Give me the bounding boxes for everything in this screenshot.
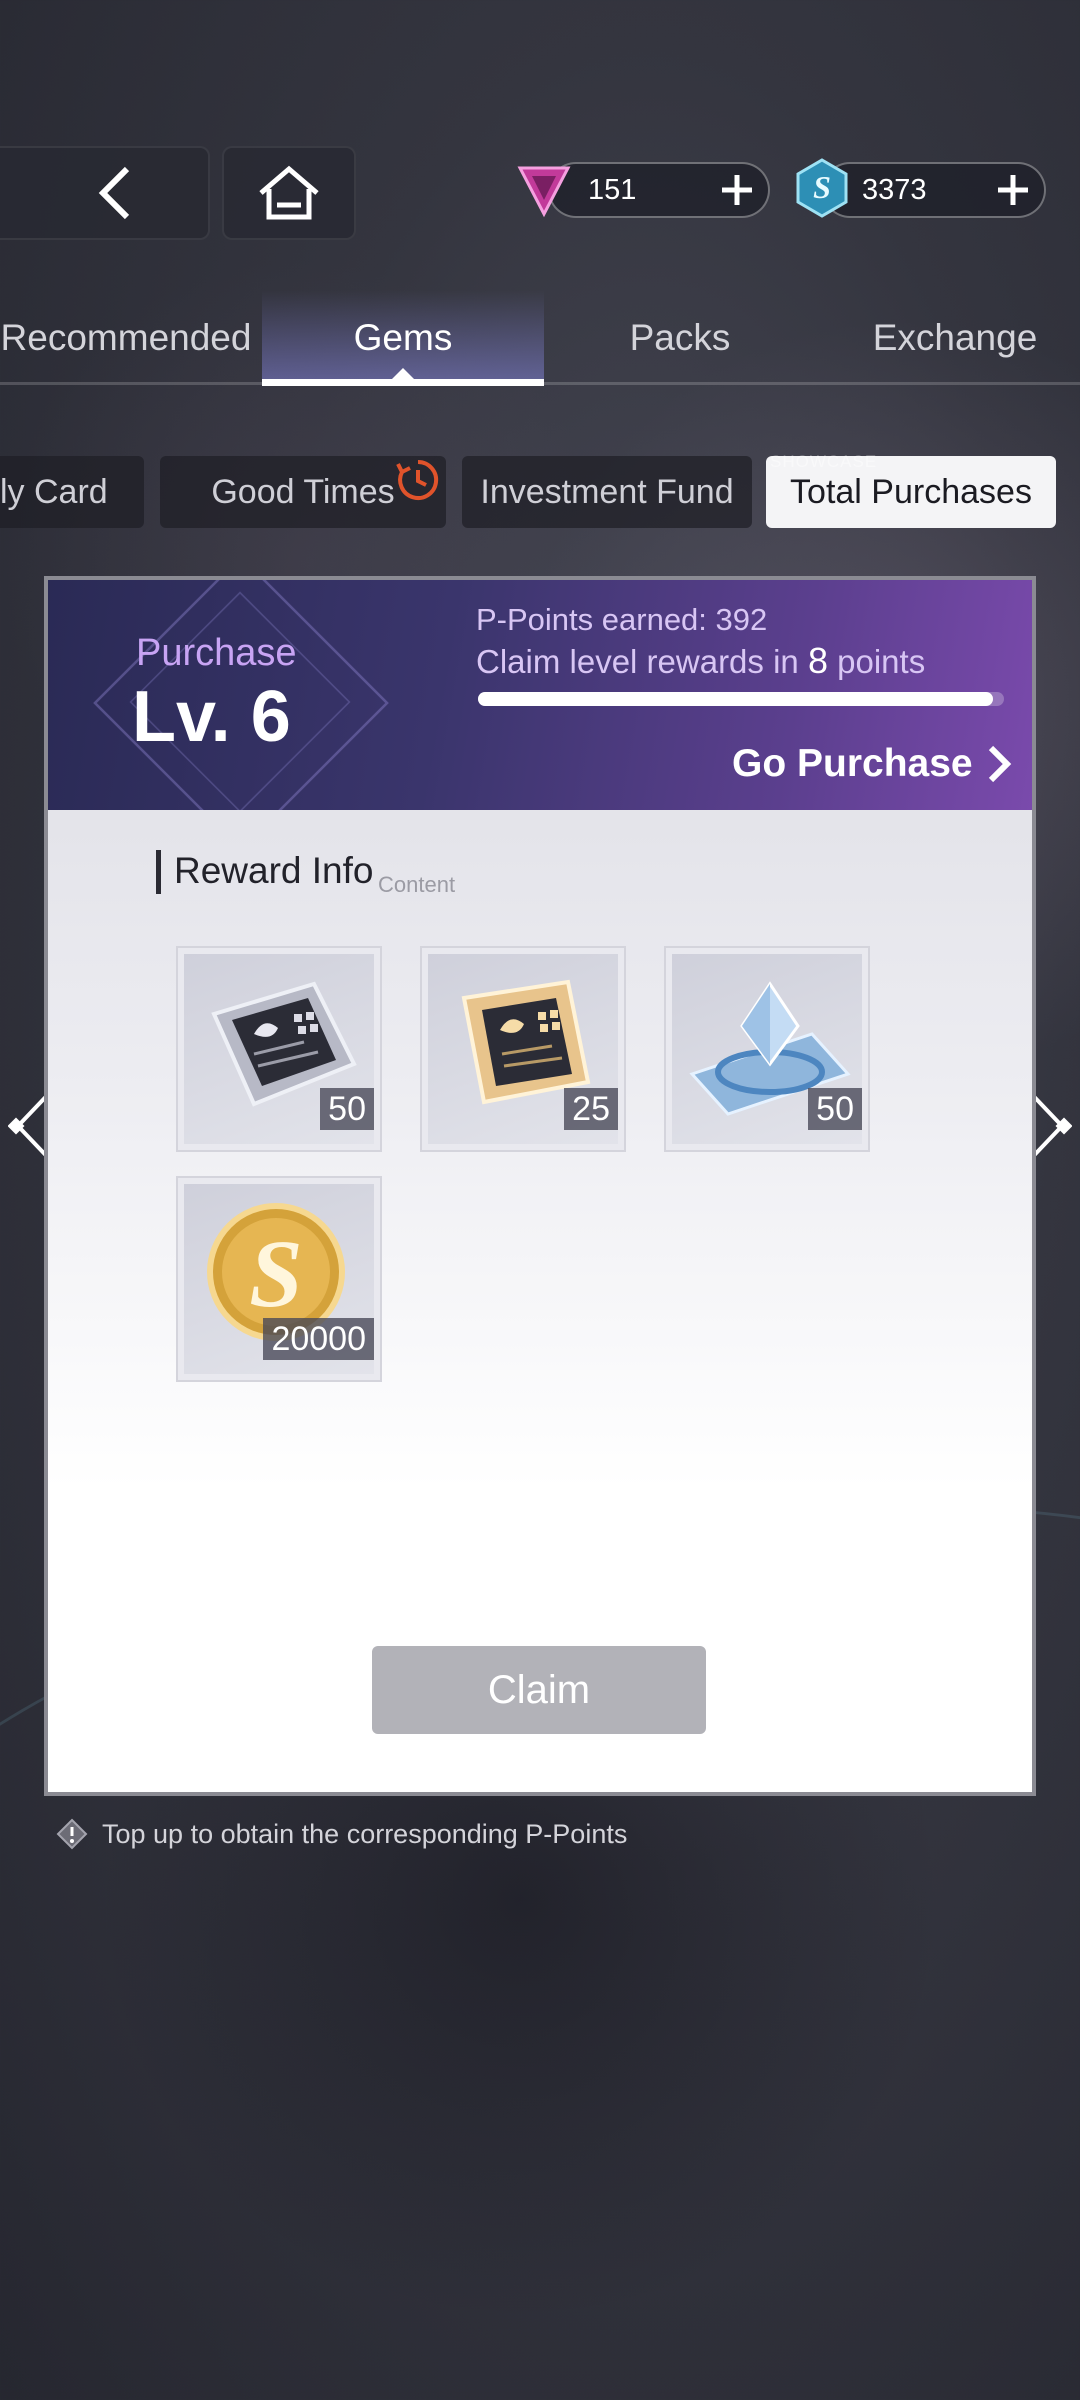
claim-prefix: Claim level rewards in [476,643,799,680]
home-icon [259,165,319,220]
points-progress-fill [478,692,994,706]
tab-label: Recommended [0,317,252,358]
points-remaining: 8 [807,640,828,681]
tabs-divider [0,382,1080,385]
reward-quantity: 20000 [263,1318,374,1360]
gem-icon [517,166,571,218]
info-diamond-icon [56,1818,88,1850]
gem-count: 151 [588,173,637,206]
tab-gems[interactable]: Gems [262,290,544,386]
subtab-investment-fund[interactable]: Investment Fund [462,456,752,528]
main-tabs: Recommended Gems Packs Exchange [0,290,1080,390]
reward-quantity: 25 [564,1088,618,1130]
coin-currency: S 3373 [796,158,1046,218]
reward-title-accent [156,850,161,894]
tip-text: Top up to obtain the corresponding P-Poi… [102,1818,628,1849]
subtab-card[interactable]: ly Card [0,456,144,528]
purchase-level-header: Purchase Lv. 6 P-Points earned: 392 Clai… [48,580,1032,810]
reward-info-subtitle: Content [378,872,456,897]
home-button[interactable] [222,146,356,240]
subtab-label: Total Purchases [790,472,1032,511]
svg-text:S: S [249,1220,302,1327]
reward-item[interactable]: 50 [664,946,870,1152]
chevron-right-icon [988,745,1011,783]
tab-exchange[interactable]: Exchange [850,290,1060,386]
go-purchase-button[interactable]: Go Purchase [732,736,1013,792]
go-purchase-label: Go Purchase [732,742,973,785]
reward-item[interactable]: 25 [420,946,626,1152]
tab-label: Packs [629,317,731,358]
purchase-level: Lv. 6 [132,677,291,757]
active-tab-indicator [392,368,414,379]
reward-quantity: 50 [808,1088,862,1130]
add-coins-button[interactable] [992,169,1034,211]
gem-currency: 151 [517,162,770,218]
limited-time-clock-icon [396,459,439,500]
svg-text:S: S [813,169,831,205]
claim-button[interactable]: Claim [372,1646,706,1734]
s-coin-icon: S [796,158,848,218]
reward-info-title: Reward Info [174,850,374,891]
chevron-left-icon [98,166,130,220]
points-earned: P-Points earned: 392 [476,602,768,637]
reward-item[interactable]: S 20000 [176,1176,382,1382]
tab-label: Exchange [872,317,1038,358]
purchase-label: Purchase [136,632,297,674]
coin-count: 3373 [862,173,927,206]
claim-suffix: points [837,643,926,680]
showcase-tag: SHOWCASE [770,452,878,471]
tab-recommended[interactable]: Recommended [0,290,260,386]
total-purchases-panel: Purchase Lv. 6 P-Points earned: 392 Clai… [44,576,1036,1796]
top-up-tip: Top up to obtain the corresponding P-Poi… [56,1814,627,1854]
reward-quantity: 50 [320,1088,374,1130]
subtab-label: ly Card [0,472,108,511]
tab-packs[interactable]: Packs [580,290,780,386]
claim-level-hint: Claim level rewards in 8 points [476,640,925,682]
tab-label: Gems [353,317,453,358]
subtab-label: Good Times [211,472,395,511]
points-progress-bar [478,692,1004,706]
subtab-label: Investment Fund [480,472,734,511]
add-gems-button[interactable] [716,169,758,211]
back-button[interactable] [0,146,210,240]
reward-item[interactable]: 50 [176,946,382,1152]
